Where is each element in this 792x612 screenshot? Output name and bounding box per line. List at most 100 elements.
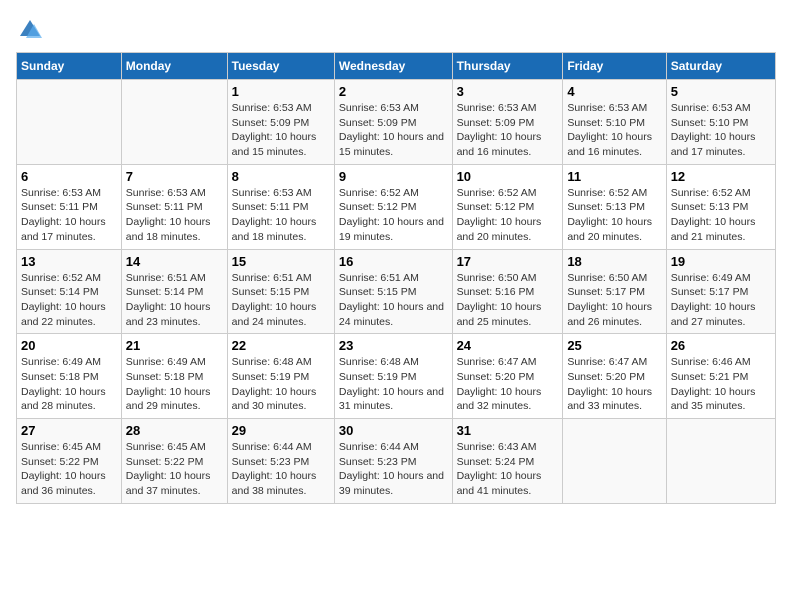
calendar-cell: 2 Sunrise: 6:53 AM Sunset: 5:09 PM Daylig… — [334, 80, 452, 165]
calendar-cell: 30Sunrise: 6:44 AM Sunset: 5:23 PM Dayli… — [334, 419, 452, 504]
day-info: Sunrise: 6:52 AM Sunset: 5:12 PM Dayligh… — [457, 186, 559, 245]
calendar-cell: 22Sunrise: 6:48 AM Sunset: 5:19 PM Dayli… — [227, 334, 334, 419]
calendar-cell: 21Sunrise: 6:49 AM Sunset: 5:18 PM Dayli… — [121, 334, 227, 419]
day-number: 15 — [232, 254, 330, 269]
calendar-cell: 16Sunrise: 6:51 AM Sunset: 5:15 PM Dayli… — [334, 249, 452, 334]
day-number: 9 — [339, 169, 448, 184]
calendar-cell: 11 Sunrise: 6:52 AM Sunset: 5:13 PM Dayli… — [563, 164, 666, 249]
day-number: 5 — [671, 84, 771, 99]
day-info: Sunrise: 6:51 AM Sunset: 5:14 PM Dayligh… — [126, 271, 223, 330]
calendar-cell: 4Sunrise: 6:53 AM Sunset: 5:10 PM Daylig… — [563, 80, 666, 165]
day-info: Sunrise: 6:49 AM Sunset: 5:18 PM Dayligh… — [21, 355, 117, 414]
day-number: 20 — [21, 338, 117, 353]
calendar-cell: 8Sunrise: 6:53 AM Sunset: 5:11 PM Daylig… — [227, 164, 334, 249]
calendar-cell: 20 Sunrise: 6:49 AM Sunset: 5:18 PM Dayli… — [17, 334, 122, 419]
page-header — [16, 16, 776, 44]
day-number: 18 — [567, 254, 661, 269]
day-number: 19 — [671, 254, 771, 269]
col-header-tuesday: Tuesday — [227, 53, 334, 80]
calendar-cell: 9 Sunrise: 6:52 AM Sunset: 5:12 PM Daylig… — [334, 164, 452, 249]
calendar-cell: 1Sunrise: 6:53 AM Sunset: 5:09 PM Daylig… — [227, 80, 334, 165]
day-info: Sunrise: 6:53 AM Sunset: 5:09 PM Dayligh… — [232, 101, 330, 160]
calendar-cell — [121, 80, 227, 165]
calendar-cell — [563, 419, 666, 504]
calendar-cell: 31 Sunrise: 6:43 AM Sunset: 5:24 PM Dayli… — [452, 419, 563, 504]
week-row-5: 27 Sunrise: 6:45 AM Sunset: 5:22 PM Dayli… — [17, 419, 776, 504]
calendar-table: SundayMondayTuesdayWednesdayThursdayFrid… — [16, 52, 776, 504]
day-number: 28 — [126, 423, 223, 438]
day-number: 11 — [567, 169, 661, 184]
calendar-cell — [17, 80, 122, 165]
day-info: Sunrise: 6:44 AM Sunset: 5:23 PM Dayligh… — [232, 440, 330, 499]
calendar-cell: 3Sunrise: 6:53 AM Sunset: 5:09 PM Daylig… — [452, 80, 563, 165]
calendar-cell: 7Sunrise: 6:53 AM Sunset: 5:11 PM Daylig… — [121, 164, 227, 249]
day-info: Sunrise: 6:49 AM Sunset: 5:17 PM Dayligh… — [671, 271, 771, 330]
week-row-4: 20 Sunrise: 6:49 AM Sunset: 5:18 PM Dayli… — [17, 334, 776, 419]
day-info: Sunrise: 6:53 AM Sunset: 5:11 PM Dayligh… — [21, 186, 117, 245]
calendar-cell: 10 Sunrise: 6:52 AM Sunset: 5:12 PM Dayli… — [452, 164, 563, 249]
day-number: 10 — [457, 169, 559, 184]
calendar-cell: 5 Sunrise: 6:53 AM Sunset: 5:10 PM Daylig… — [666, 80, 775, 165]
day-info: Sunrise: 6:53 AM Sunset: 5:10 PM Dayligh… — [671, 101, 771, 160]
day-number: 31 — [457, 423, 559, 438]
calendar-cell: 17 Sunrise: 6:50 AM Sunset: 5:16 PM Dayli… — [452, 249, 563, 334]
day-info: Sunrise: 6:50 AM Sunset: 5:16 PM Dayligh… — [457, 271, 559, 330]
day-number: 23 — [339, 338, 448, 353]
calendar-cell: 24 Sunrise: 6:47 AM Sunset: 5:20 PM Dayli… — [452, 334, 563, 419]
calendar-cell: 25 Sunrise: 6:47 AM Sunset: 5:20 PM Dayli… — [563, 334, 666, 419]
calendar-cell: 13 Sunrise: 6:52 AM Sunset: 5:14 PM Dayli… — [17, 249, 122, 334]
calendar-body: 1Sunrise: 6:53 AM Sunset: 5:09 PM Daylig… — [17, 80, 776, 504]
day-number: 2 — [339, 84, 448, 99]
day-info: Sunrise: 6:52 AM Sunset: 5:12 PM Dayligh… — [339, 186, 448, 245]
day-info: Sunrise: 6:51 AM Sunset: 5:15 PM Dayligh… — [232, 271, 330, 330]
day-info: Sunrise: 6:53 AM Sunset: 5:11 PM Dayligh… — [126, 186, 223, 245]
calendar-cell: 23 Sunrise: 6:48 AM Sunset: 5:19 PM Dayli… — [334, 334, 452, 419]
calendar-cell: 19 Sunrise: 6:49 AM Sunset: 5:17 PM Dayli… — [666, 249, 775, 334]
day-info: Sunrise: 6:45 AM Sunset: 5:22 PM Dayligh… — [21, 440, 117, 499]
calendar-cell: 27 Sunrise: 6:45 AM Sunset: 5:22 PM Dayli… — [17, 419, 122, 504]
day-info: Sunrise: 6:53 AM Sunset: 5:09 PM Dayligh… — [339, 101, 448, 160]
day-of-week-row: SundayMondayTuesdayWednesdayThursdayFrid… — [17, 53, 776, 80]
logo-icon — [16, 16, 44, 44]
day-number: 25 — [567, 338, 661, 353]
day-info: Sunrise: 6:53 AM Sunset: 5:10 PM Dayligh… — [567, 101, 661, 160]
day-info: Sunrise: 6:53 AM Sunset: 5:11 PM Dayligh… — [232, 186, 330, 245]
day-number: 3 — [457, 84, 559, 99]
day-info: Sunrise: 6:43 AM Sunset: 5:24 PM Dayligh… — [457, 440, 559, 499]
day-info: Sunrise: 6:47 AM Sunset: 5:20 PM Dayligh… — [457, 355, 559, 414]
day-number: 26 — [671, 338, 771, 353]
day-info: Sunrise: 6:48 AM Sunset: 5:19 PM Dayligh… — [339, 355, 448, 414]
col-header-thursday: Thursday — [452, 53, 563, 80]
col-header-wednesday: Wednesday — [334, 53, 452, 80]
day-number: 6 — [21, 169, 117, 184]
day-number: 13 — [21, 254, 117, 269]
calendar-cell: 28Sunrise: 6:45 AM Sunset: 5:22 PM Dayli… — [121, 419, 227, 504]
calendar-cell: 18Sunrise: 6:50 AM Sunset: 5:17 PM Dayli… — [563, 249, 666, 334]
day-number: 17 — [457, 254, 559, 269]
col-header-sunday: Sunday — [17, 53, 122, 80]
calendar-cell: 12Sunrise: 6:52 AM Sunset: 5:13 PM Dayli… — [666, 164, 775, 249]
logo — [16, 16, 48, 44]
day-number: 21 — [126, 338, 223, 353]
day-info: Sunrise: 6:48 AM Sunset: 5:19 PM Dayligh… — [232, 355, 330, 414]
day-number: 27 — [21, 423, 117, 438]
day-number: 24 — [457, 338, 559, 353]
calendar-cell: 26 Sunrise: 6:46 AM Sunset: 5:21 PM Dayli… — [666, 334, 775, 419]
col-header-friday: Friday — [563, 53, 666, 80]
day-number: 14 — [126, 254, 223, 269]
day-number: 29 — [232, 423, 330, 438]
col-header-monday: Monday — [121, 53, 227, 80]
day-info: Sunrise: 6:47 AM Sunset: 5:20 PM Dayligh… — [567, 355, 661, 414]
day-info: Sunrise: 6:46 AM Sunset: 5:21 PM Dayligh… — [671, 355, 771, 414]
day-info: Sunrise: 6:51 AM Sunset: 5:15 PM Dayligh… — [339, 271, 448, 330]
calendar-cell: 14 Sunrise: 6:51 AM Sunset: 5:14 PM Dayli… — [121, 249, 227, 334]
calendar-cell: 15 Sunrise: 6:51 AM Sunset: 5:15 PM Dayli… — [227, 249, 334, 334]
calendar-cell: 29 Sunrise: 6:44 AM Sunset: 5:23 PM Dayli… — [227, 419, 334, 504]
day-number: 12 — [671, 169, 771, 184]
day-info: Sunrise: 6:52 AM Sunset: 5:13 PM Dayligh… — [567, 186, 661, 245]
day-number: 30 — [339, 423, 448, 438]
calendar-cell: 6 Sunrise: 6:53 AM Sunset: 5:11 PM Daylig… — [17, 164, 122, 249]
week-row-2: 6 Sunrise: 6:53 AM Sunset: 5:11 PM Daylig… — [17, 164, 776, 249]
day-info: Sunrise: 6:52 AM Sunset: 5:14 PM Dayligh… — [21, 271, 117, 330]
calendar-cell — [666, 419, 775, 504]
